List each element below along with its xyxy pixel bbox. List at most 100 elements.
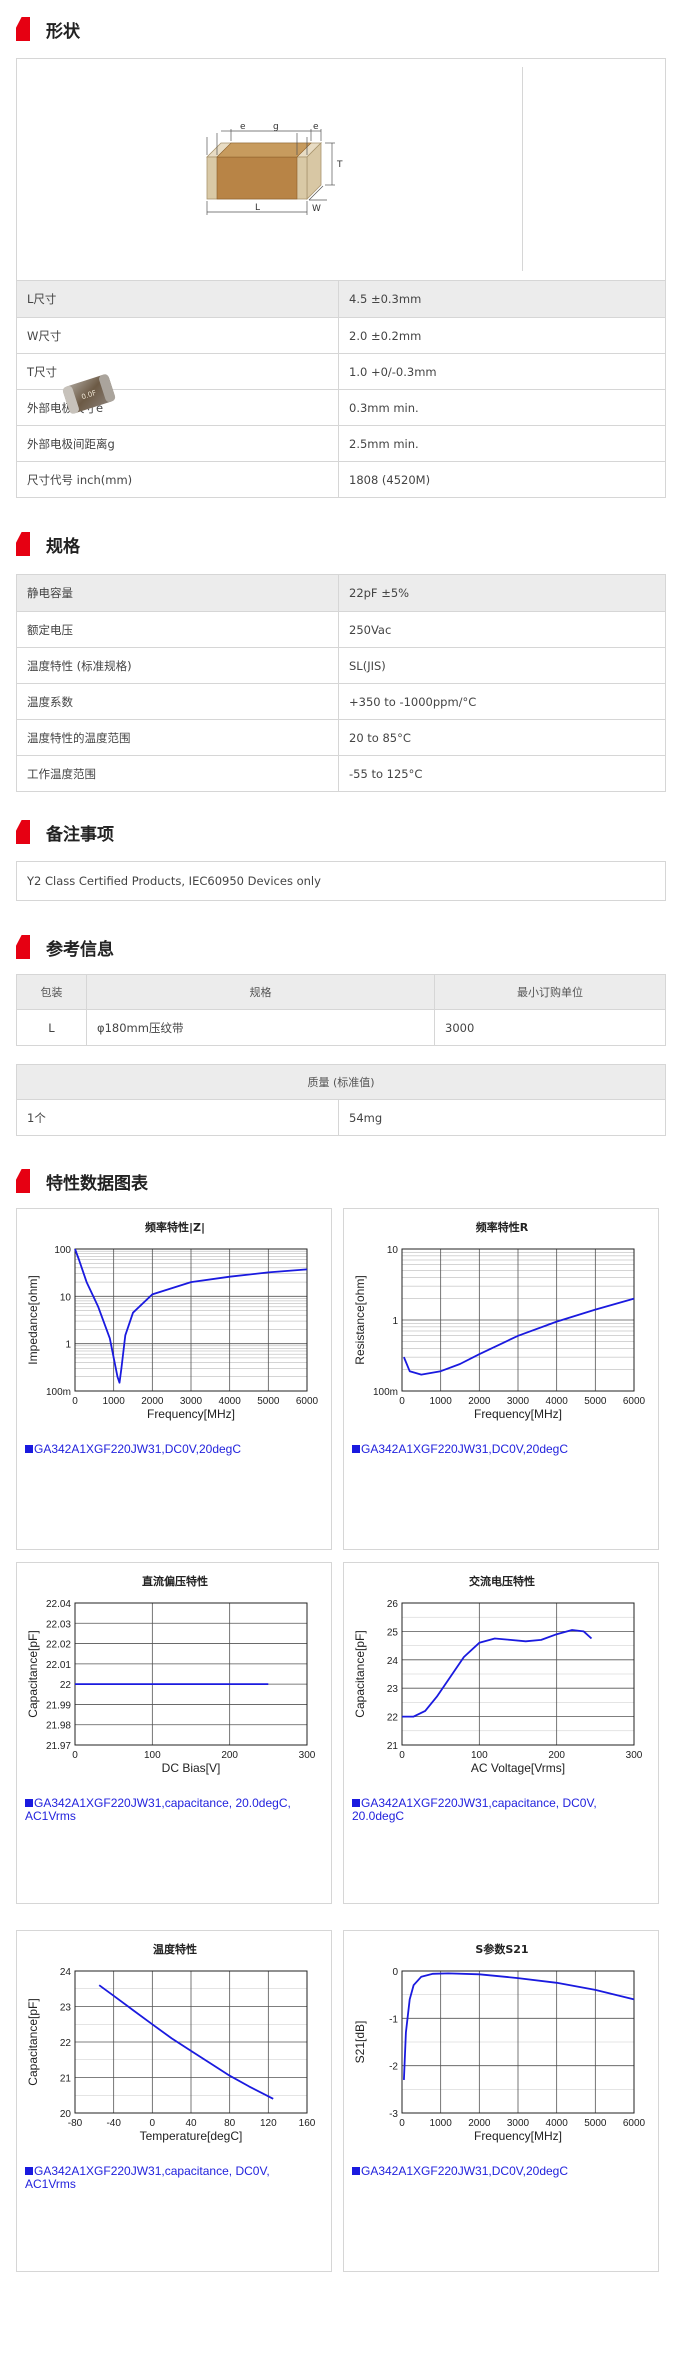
legend-label: GA342A1XGF220JW31,capacitance, DC0V, 20.… (352, 1796, 597, 1823)
chart-legend: GA342A1XGF220JW31,DC0V,20degC (352, 1443, 568, 1456)
legend-square-icon (352, 2167, 360, 2175)
row-value: +350 to -1000ppm/°C (349, 694, 477, 709)
x-tick-label: -80 (68, 2118, 83, 2129)
x-tick-label: 4000 (546, 1396, 569, 1407)
x-tick-label: 120 (260, 2118, 277, 2129)
section-header-spec: 规格 (16, 529, 80, 559)
x-tick-label: 2000 (468, 1396, 491, 1407)
header-moq: 最小订购单位 (517, 986, 583, 999)
y-tick-label: 0 (392, 1967, 398, 1978)
series-line (403, 1297, 635, 1376)
chart-title: 频率特性|Z| (145, 1220, 205, 1234)
x-tick-label: 2000 (141, 1396, 164, 1407)
y-tick-label: 21.97 (46, 1741, 71, 1752)
chip-photo: 0.0F (62, 374, 116, 414)
chart-legend: GA342A1XGF220JW31,DC0V,20degC (25, 1443, 241, 1456)
chart-title: 交流电压特性 (469, 1574, 535, 1588)
y-tick-label: 24 (387, 1656, 399, 1667)
y-tick-label: -3 (389, 2109, 398, 2120)
x-tick-label: 0 (399, 2118, 405, 2129)
section-title: 参考信息 (46, 939, 114, 960)
cell-moq: 3000 (445, 1020, 475, 1035)
x-axis-label: Frequency[MHz] (474, 2129, 562, 2143)
dim-e-right: e (313, 122, 319, 132)
legend-square-icon (25, 1799, 33, 1807)
x-tick-label: 3000 (180, 1396, 203, 1407)
section-marker-icon (16, 532, 30, 556)
x-tick-label: 0 (399, 1396, 405, 1407)
section-marker-icon (16, 935, 30, 959)
chart-title: 频率特性R (476, 1220, 529, 1234)
cell-spec: φ180mm压纹带 (87, 1010, 435, 1045)
row-key: 温度系数 (17, 684, 339, 719)
x-tick-label: 4000 (546, 2118, 569, 2129)
legend-label: GA342A1XGF220JW31,capacitance, 20.0degC,… (25, 1796, 291, 1823)
x-axis-label: Temperature[degC] (140, 2129, 243, 2143)
section-header-charts: 特性数据图表 (16, 1166, 148, 1196)
chart-legend: GA342A1XGF220JW31,DC0V,20degC (352, 2165, 568, 2178)
table-row: 温度特性的温度范围 20 to 85°C (17, 719, 665, 755)
y-tick-label: 23 (60, 2003, 72, 2014)
series-line (402, 1629, 593, 1718)
chart-svg: S参数S21 -3 -2 -1 0 0 1000 2000 3000 4000 5000 6000 Fr… (353, 1942, 646, 2143)
dim-g: g (273, 122, 279, 132)
row-value: 4.5 ±0.3mm (349, 292, 422, 306)
legend-label: GA342A1XGF220JW31,DC0V,20degC (361, 2164, 569, 2178)
y-axis-label: S21[dB] (353, 2021, 367, 2064)
row-value: 0.3mm min. (349, 400, 419, 415)
row-value: 1.0 +0/-0.3mm (349, 364, 437, 379)
x-tick-label: 160 (299, 2118, 316, 2129)
x-tick-label: 200 (221, 1750, 238, 1761)
y-tick-label: 21 (387, 1741, 399, 1752)
table-row: 温度特性 (标准规格) SL(JIS) (17, 647, 665, 683)
x-tick-label: 300 (626, 1750, 643, 1761)
x-tick-label: 1000 (103, 1396, 126, 1407)
row-value: 2.5mm min. (349, 436, 419, 451)
x-tick-label: 4000 (219, 1396, 242, 1407)
cell-mass-unit: 1个 (17, 1100, 339, 1135)
y-tick-label: 100 (54, 1245, 71, 1256)
x-tick-label: 5000 (584, 2118, 607, 2129)
section-title: 特性数据图表 (46, 1173, 148, 1194)
section-marker-icon (16, 17, 30, 41)
legend-square-icon (352, 1445, 360, 1453)
chart-svg: 直流偏压特性 21.97 21.98 21.99 22 22.01 22.02 22.03 22… (26, 1574, 316, 1775)
plot-frame (74, 1602, 308, 1746)
mass-row: 1个 54mg (17, 1099, 665, 1135)
x-axis-label: Frequency[MHz] (474, 1407, 562, 1421)
chart-svg: 频率特性|Z|100m1101000 1000 2000 3000 4000 5000 60… (26, 1220, 319, 1421)
x-tick-label: 3000 (507, 1396, 530, 1407)
y-axis-label: Resistance[ohm] (353, 1275, 367, 1364)
row-value: 2.0 ±0.2mm (349, 328, 422, 343)
packaging-row: L φ180mm压纹带 3000 (17, 1009, 665, 1045)
chart-card-impedance: 频率特性|Z| 100m 1 10 100 0 1000 2000 3000 4000 5000 60… (16, 1208, 332, 1550)
divider (522, 67, 523, 271)
x-tick-label: -40 (106, 2118, 121, 2129)
section-header-shape: 形状 (16, 14, 80, 44)
y-axis-label: Capacitance[pF] (353, 1630, 367, 1717)
x-tick-label: 6000 (623, 1396, 646, 1407)
x-tick-label: 2000 (468, 2118, 491, 2129)
y-tick-label: 22.02 (46, 1640, 71, 1651)
packaging-header-row: 包装 规格 最小订购单位 (17, 975, 665, 1009)
y-tick-label: 21.98 (46, 1721, 71, 1732)
x-tick-label: 0 (72, 1750, 78, 1761)
legend-square-icon (352, 1799, 360, 1807)
chart-legend: GA342A1XGF220JW31,capacitance, DC0V, AC1… (25, 2165, 315, 2191)
section-marker-icon (16, 1169, 30, 1193)
y-tick-label: 24 (60, 1967, 72, 1978)
x-tick-label: 0 (399, 1750, 405, 1761)
y-tick-label: 1 (65, 1340, 71, 1351)
mass-table: 质量 (标准值) 1个 54mg (16, 1064, 666, 1136)
cell-packaging: L (17, 1010, 87, 1045)
shape-drawing-area: e g e T L W 0.0F (17, 59, 665, 414)
y-tick-label: 21.99 (46, 1700, 71, 1711)
row-value: 22pF ±5% (349, 586, 410, 600)
y-tick-label: 22.03 (46, 1619, 71, 1630)
chart-title: 直流偏压特性 (142, 1574, 208, 1588)
x-axis-label: Frequency[MHz] (147, 1407, 235, 1421)
x-tick-label: 5000 (257, 1396, 280, 1407)
y-tick-label: -2 (389, 2062, 398, 2073)
section-title: 规格 (46, 536, 80, 557)
y-tick-label: 25 (387, 1627, 399, 1638)
